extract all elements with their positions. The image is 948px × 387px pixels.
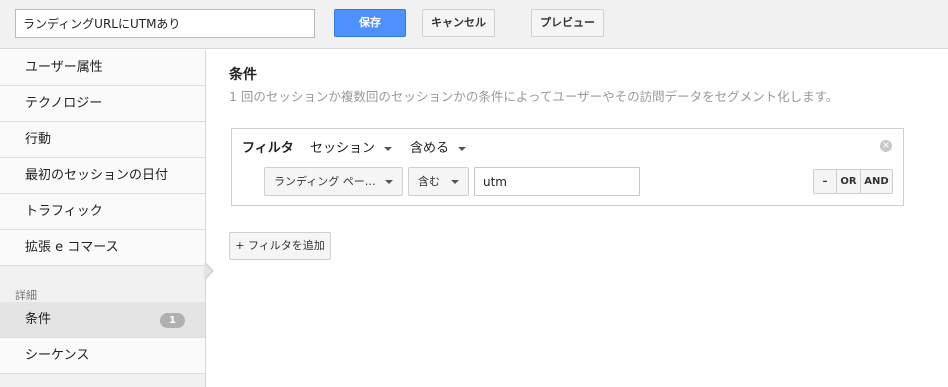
dimension-select-label: ランディング ペー… — [274, 175, 376, 188]
save-button[interactable]: 保存 — [334, 9, 406, 37]
sidebar-item-traffic[interactable]: トラフィック — [0, 194, 205, 230]
filter-value-input[interactable] — [474, 167, 640, 196]
sidebar: ユーザー属性 テクノロジー 行動 最初のセッションの日付 トラフィック 拡張 e… — [0, 50, 206, 387]
dimension-select[interactable]: ランディング ペー… — [264, 167, 403, 196]
sidebar-item-sequences[interactable]: シーケンス — [0, 338, 205, 374]
count-badge: 1 — [160, 313, 185, 328]
sidebar-item-conditions[interactable]: 条件 1 — [0, 302, 205, 338]
preview-button[interactable]: プレビュー — [531, 9, 604, 37]
sidebar-item-technology[interactable]: テクノロジー — [0, 86, 205, 122]
scope-dropdown-label: セッション — [310, 141, 376, 156]
advanced-section-heading: 詳細 — [15, 289, 37, 302]
chevron-down-icon — [384, 146, 393, 151]
chevron-down-icon — [451, 180, 459, 184]
sidebar-item-demographics[interactable]: ユーザー属性 — [0, 50, 205, 86]
sidebar-item-first-session-date[interactable]: 最初のセッションの日付 — [0, 158, 205, 194]
sidebar-item-behavior[interactable]: 行動 — [0, 122, 205, 158]
or-button[interactable]: OR — [836, 170, 860, 193]
filter-label: フィルタ — [242, 141, 294, 156]
operator-select-label: 含む — [418, 175, 440, 188]
filter-card: フィルタ セッション 含める × ランディング ペー… 含む – OR AND — [231, 128, 904, 206]
operator-select[interactable]: 含む — [408, 167, 469, 196]
chevron-down-icon — [385, 180, 393, 184]
page-description: 1 回のセッションか複数回のセッションかの条件によってユーザーやその訪問データを… — [229, 89, 839, 104]
remove-condition-button[interactable]: – — [814, 170, 836, 193]
and-button[interactable]: AND — [860, 170, 892, 193]
close-icon[interactable]: × — [880, 140, 892, 152]
page-title: 条件 — [229, 67, 257, 83]
include-dropdown[interactable]: 含める — [410, 137, 467, 156]
top-toolbar: 保存 キャンセル プレビュー — [0, 0, 948, 49]
selection-pointer-fill — [204, 263, 212, 279]
logic-button-group: – OR AND — [813, 169, 893, 194]
include-dropdown-label: 含める — [410, 141, 450, 156]
cancel-button[interactable]: キャンセル — [422, 9, 495, 37]
segment-name-input[interactable] — [15, 9, 315, 38]
chevron-down-icon — [458, 146, 467, 151]
sidebar-item-label: 条件 — [25, 312, 52, 327]
sidebar-item-ecommerce[interactable]: 拡張 e コマース — [0, 230, 205, 266]
add-filter-button[interactable]: + フィルタを追加 — [229, 232, 331, 260]
scope-dropdown[interactable]: セッション — [310, 137, 393, 156]
